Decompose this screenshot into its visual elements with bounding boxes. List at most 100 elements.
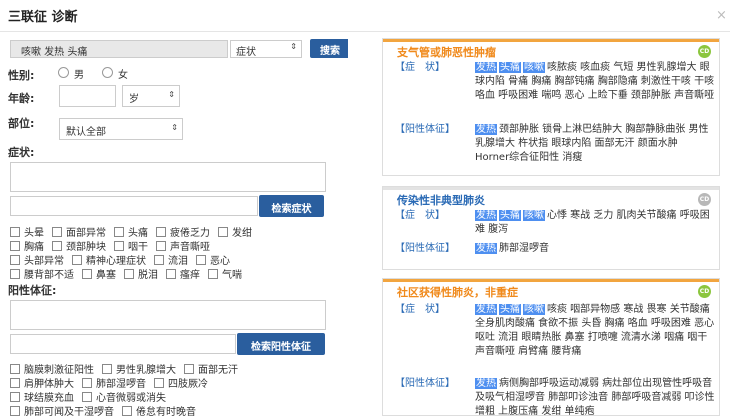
- chevron-updown-icon: ⇕: [168, 90, 175, 99]
- sign-checkbox[interactable]: 肺部可闻及干湿啰音: [10, 403, 114, 416]
- checkbox-label: 肺部可闻及干湿啰音: [24, 407, 114, 416]
- symptoms-content: 发热 头痛 咳嗽 咳脓痰 咳血痰 气短 男性乳腺增大 眼球内陷 骨痛 胸痛 胸部钝痛 …: [475, 61, 715, 103]
- checkbox-row: 肺部可闻及干湿啰音 倦怠有时晚音: [10, 403, 204, 416]
- result-card[interactable]: 社区获得性肺炎，非重症 CD 【症 状】 发热 头痛 咳嗽 咳痰 咽部异物感 寒战 畏…: [382, 278, 720, 416]
- checkbox[interactable]: [82, 269, 92, 279]
- checkbox-label: 发绀: [232, 228, 252, 239]
- age-input[interactable]: [59, 85, 116, 107]
- signs-content: 发热 肺部湿啰音: [475, 242, 715, 256]
- symptom-checkbox[interactable]: 咽干: [114, 238, 148, 253]
- symptom-checkbox[interactable]: 头痛: [114, 224, 148, 239]
- sign-checkbox[interactable]: 肺部湿啰音: [82, 375, 146, 390]
- symptoms-section: 【症 状】 发热 头痛 咳嗽 咳脓痰 咳血痰 气短 男性乳腺增大 眼球内陷 骨痛 胸痛…: [395, 61, 715, 121]
- checkbox[interactable]: [156, 227, 166, 237]
- checkbox[interactable]: [166, 269, 176, 279]
- close-icon[interactable]: ×: [716, 8, 727, 23]
- checkbox[interactable]: [114, 241, 124, 251]
- checkbox[interactable]: [184, 364, 194, 374]
- result-title[interactable]: 传染性非典型肺炎: [397, 192, 485, 208]
- symptoms-content: 发热 头痛 咳嗽 心悸 寒战 乏力 肌肉关节酸痛 呼吸困难 腹泻: [475, 209, 715, 237]
- search-button[interactable]: 搜索: [310, 39, 348, 58]
- sign-checkbox[interactable]: 男性乳腺增大: [102, 361, 176, 376]
- checkbox[interactable]: [102, 364, 112, 374]
- checkbox[interactable]: [154, 378, 164, 388]
- result-card[interactable]: 支气管或肺恶性肿瘤 CD 【症 状】 发热 头痛 咳嗽 咳脓痰 咳血痰 气短 男性乳腺…: [382, 38, 720, 176]
- checkbox[interactable]: [10, 392, 20, 402]
- symptom-checkbox[interactable]: 疲倦乏力: [156, 224, 210, 239]
- checkbox-row: 肩胛体肿大 肺部湿啰音 四肢厥冷: [10, 375, 216, 390]
- checkbox[interactable]: [82, 378, 92, 388]
- symptom-checkbox[interactable]: 精神心理症状: [72, 252, 146, 267]
- checkbox[interactable]: [208, 269, 218, 279]
- matched-term-highlight: 咳嗽: [523, 210, 545, 221]
- sign-checkbox[interactable]: 倦怠有时晚音: [122, 403, 196, 416]
- female-radio[interactable]: [102, 67, 113, 78]
- checkbox[interactable]: [114, 227, 124, 237]
- symptom-checkbox[interactable]: 发绀: [218, 224, 252, 239]
- symptom-checkbox[interactable]: 恶心: [196, 252, 230, 267]
- checkbox-row: 头部异常 精神心理症状 流泪 恶心: [10, 252, 238, 267]
- symptom-checkbox[interactable]: 头部异常: [10, 252, 64, 267]
- checkbox[interactable]: [10, 406, 20, 416]
- symptom-checkbox[interactable]: 瘙痒: [166, 266, 200, 281]
- search-symptoms-button[interactable]: 检索症状: [259, 195, 324, 217]
- checkbox[interactable]: [10, 269, 20, 279]
- sign-checkbox[interactable]: 心音微弱或消失: [82, 389, 166, 404]
- signs-textarea[interactable]: [10, 300, 326, 330]
- symptom-checkbox[interactable]: 腰背部不适: [10, 266, 74, 281]
- checkbox[interactable]: [10, 364, 20, 374]
- checkbox[interactable]: [10, 378, 20, 388]
- result-card[interactable]: 传染性非典型肺炎 CD 【症 状】 发热 头痛 咳嗽 心悸 寒战 乏力 肌肉关节酸痛 …: [382, 186, 720, 270]
- sign-checkbox[interactable]: 肩胛体肿大: [10, 375, 74, 390]
- symptoms-content: 发热 头痛 咳嗽 咳痰 咽部异物感 寒战 畏寒 关节酸痛 全身肌肉酸痛 食欲不振 头昏…: [475, 303, 715, 359]
- sign-checkbox[interactable]: 球结膜充血: [10, 389, 74, 404]
- age-unit-select[interactable]: 岁 ⇕: [122, 85, 180, 107]
- search-input[interactable]: 咳嗽 发热 头痛: [10, 40, 228, 58]
- checkbox[interactable]: [154, 255, 164, 265]
- symptom-checkbox[interactable]: 颈部肿块: [52, 238, 106, 253]
- symptom-checkbox[interactable]: 头晕: [10, 224, 44, 239]
- chevron-updown-icon: ⇕: [290, 42, 297, 51]
- checkbox[interactable]: [122, 406, 132, 416]
- matched-term-highlight: 头痛: [499, 210, 521, 221]
- title-bar: 三联征 诊断 ×: [0, 0, 730, 32]
- checkbox-label: 腰背部不适: [24, 270, 74, 281]
- result-title[interactable]: 社区获得性肺炎，非重症: [397, 284, 518, 300]
- symptoms-textarea[interactable]: [10, 162, 326, 192]
- window-title: 三联征 诊断: [8, 10, 78, 25]
- sign-checkbox[interactable]: 脑膜刺激征阳性: [10, 361, 94, 376]
- male-radio[interactable]: [58, 67, 69, 78]
- age-unit-value: 岁: [129, 94, 139, 105]
- checkbox[interactable]: [196, 255, 206, 265]
- matched-term-highlight: 发热: [475, 210, 497, 221]
- checkbox[interactable]: [10, 255, 20, 265]
- symptom-checkbox[interactable]: 气喘: [208, 266, 242, 281]
- checkbox-label: 四肢厥冷: [168, 379, 208, 390]
- part-select[interactable]: 默认全部 ⇕: [59, 118, 183, 140]
- symptom-checkbox[interactable]: 胸痛: [10, 238, 44, 253]
- signs-text: 病侧胸部呼吸运动减弱 病灶部位出现管性呼吸音及吸气相湿啰音 肺部叩诊浊音 肺部呼…: [475, 378, 715, 416]
- checkbox[interactable]: [10, 227, 20, 237]
- search-signs-button[interactable]: 检索阳性体征: [237, 333, 325, 355]
- symptoms-section-label: 【症 状】: [395, 210, 445, 221]
- symptom-checkbox[interactable]: 脱泪: [124, 266, 158, 281]
- symptom-checkbox[interactable]: 流泪: [154, 252, 188, 267]
- checkbox[interactable]: [72, 255, 82, 265]
- checkbox[interactable]: [10, 241, 20, 251]
- checkbox[interactable]: [124, 269, 134, 279]
- symptoms-search-input[interactable]: [10, 196, 258, 216]
- symptom-checkbox[interactable]: 鼻塞: [82, 266, 116, 281]
- checkbox[interactable]: [82, 392, 92, 402]
- result-title[interactable]: 支气管或肺恶性肿瘤: [397, 44, 496, 60]
- sign-checkbox[interactable]: 面部无汗: [184, 361, 238, 376]
- signs-search-input[interactable]: [10, 334, 236, 354]
- checkbox[interactable]: [52, 227, 62, 237]
- checkbox[interactable]: [218, 227, 228, 237]
- symptom-checkbox[interactable]: 面部异常: [52, 224, 106, 239]
- symptom-checkbox[interactable]: 声音嘶哑: [156, 238, 210, 253]
- search-type-select[interactable]: 症状 ⇕: [230, 40, 302, 58]
- checkbox-label: 气喘: [222, 270, 242, 281]
- sign-checkbox[interactable]: 四肢厥冷: [154, 375, 208, 390]
- checkbox[interactable]: [156, 241, 166, 251]
- checkbox[interactable]: [52, 241, 62, 251]
